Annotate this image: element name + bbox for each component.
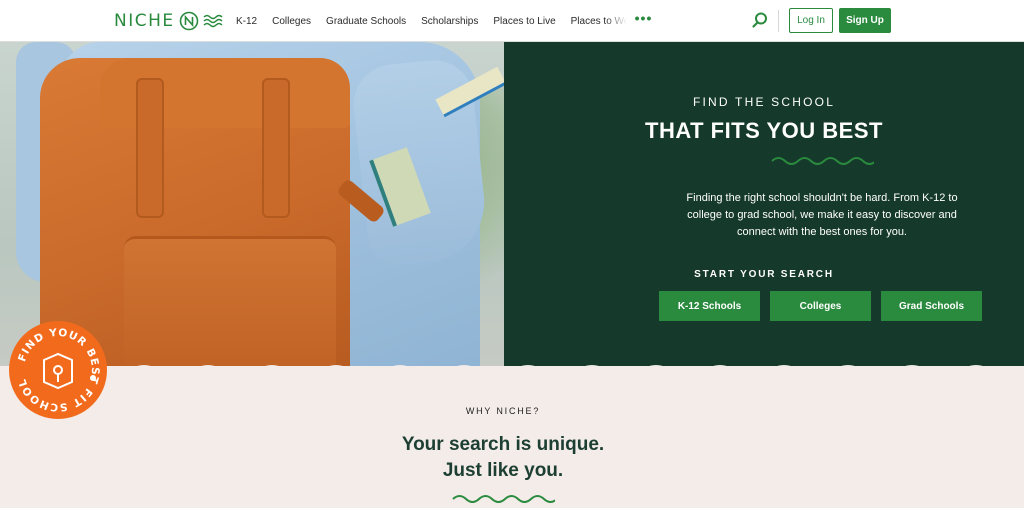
niche-n-icon	[179, 11, 198, 31]
hero-lead-text: Finding the right school shouldn't be ha…	[686, 192, 958, 238]
section-title-line-2: Just like you.	[442, 460, 564, 481]
backpack-pocket	[124, 236, 336, 378]
main-nav: K-12 Colleges Graduate Schools Scholarsh…	[236, 0, 652, 42]
hero-headline: THAT FITS YOU BEST	[645, 118, 883, 143]
signup-button[interactable]: Sign Up	[839, 8, 891, 33]
grad-schools-button[interactable]: Grad Schools	[881, 291, 982, 321]
nav-graduate-schools[interactable]: Graduate Schools	[326, 16, 406, 27]
hero-kicker: FIND THE SCHOOL	[692, 95, 836, 109]
nav-places-to-live[interactable]: Places to Live	[493, 16, 555, 27]
nav-colleges[interactable]: Colleges	[272, 16, 311, 27]
header-divider	[778, 10, 779, 32]
hero-panel: FIND THE SCHOOL THAT FITS YOU BEST Findi…	[504, 42, 1024, 378]
find-best-fit-badge[interactable]: FIND YOUR BEST FIT SCHOOL	[8, 320, 108, 420]
nav-places-to-work[interactable]: Places to Work	[571, 15, 627, 27]
top-navigation-bar: NICHE K-12 Colleges Graduate Schools Sch…	[0, 0, 1024, 42]
login-button[interactable]: Log In	[789, 8, 833, 33]
backpack-strap	[136, 78, 164, 218]
nav-scholarships[interactable]: Scholarships	[421, 16, 478, 27]
badge-dot	[90, 375, 96, 381]
wave-separator	[0, 365, 1024, 380]
backpack-strap	[262, 78, 290, 218]
search-icon[interactable]	[751, 11, 769, 29]
nav-k12[interactable]: K-12	[236, 16, 257, 27]
k12-schools-button[interactable]: K-12 Schools	[659, 291, 760, 321]
wave-divider-icon	[452, 495, 555, 503]
colleges-button[interactable]: Colleges	[770, 291, 871, 321]
why-niche-kicker: WHY NICHE?	[465, 406, 541, 416]
niche-logo[interactable]: NICHE	[114, 9, 225, 33]
search-kicker: START YOUR SEARCH	[694, 269, 834, 280]
more-dots-icon[interactable]: •••	[635, 11, 653, 25]
waves-icon	[203, 14, 223, 28]
wave-divider-icon	[771, 157, 874, 165]
logo-text: NICHE	[114, 11, 175, 31]
section-title-line-1: Your search is unique.	[401, 434, 605, 455]
search-options: K-12 Schools Colleges Grad Schools	[659, 291, 982, 321]
